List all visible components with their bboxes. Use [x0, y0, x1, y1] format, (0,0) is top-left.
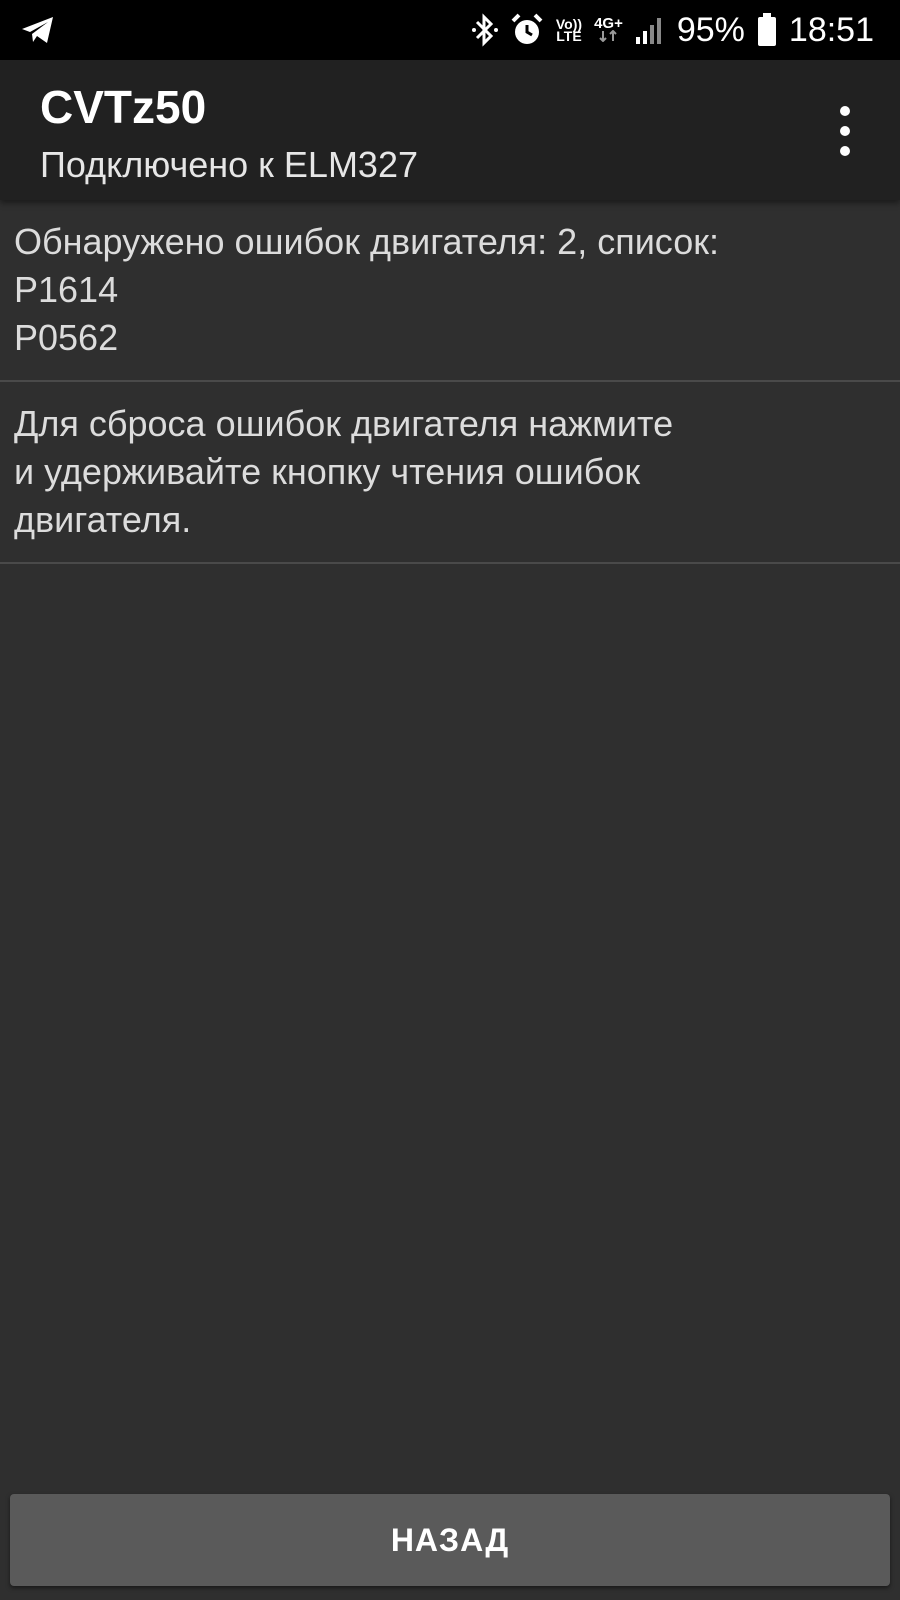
volte-bottom-label: LTE: [556, 28, 582, 44]
menu-dot: [840, 106, 850, 116]
error-code: P1614: [14, 269, 119, 310]
menu-dot: [840, 146, 850, 156]
error-summary: Обнаружено ошибок двигателя: 2, список:: [14, 221, 719, 262]
4g-plus-icon: 4G+: [594, 15, 623, 42]
network-type-label: 4G+: [594, 15, 623, 32]
telegram-icon: [22, 17, 53, 43]
connection-status: Подключено к ELM327: [40, 144, 418, 185]
battery-icon: [757, 13, 776, 46]
status-bar: Vo)) LTE 4G+ 95% 18:51: [0, 0, 900, 60]
bluetooth-icon: [471, 13, 498, 47]
signal-icon: [635, 18, 661, 44]
hint-line: Для сброса ошибок двигателя нажмите: [14, 403, 674, 444]
app-title: CVTz50: [40, 81, 207, 133]
status-icons: Vo)) LTE 4G+ 95% 18:51: [471, 0, 874, 60]
app-bar: CVTz50 Подключено к ELM327: [0, 60, 900, 200]
clock: 18:51: [788, 10, 874, 49]
volte-icon: Vo)) LTE: [556, 17, 582, 44]
alarm-icon: [511, 13, 543, 44]
error-list-item: Обнаружено ошибок двигателя: 2, список: …: [0, 200, 900, 382]
menu-dot: [840, 126, 850, 136]
content-area: Обнаружено ошибок двигателя: 2, список: …: [0, 200, 900, 564]
overflow-menu-icon[interactable]: [830, 106, 860, 156]
hint-line: и удерживайте кнопку чтения ошибок: [14, 451, 641, 492]
battery-percent: 95%: [676, 10, 745, 49]
reset-hint-item: Для сброса ошибок двигателя нажмите и уд…: [0, 382, 900, 564]
back-button[interactable]: НАЗАД: [10, 1494, 890, 1586]
back-button-label: НАЗАД: [390, 1521, 510, 1558]
hint-line: двигателя.: [14, 499, 192, 540]
data-arrows-icon: [599, 30, 618, 42]
error-code: P0562: [14, 317, 119, 358]
